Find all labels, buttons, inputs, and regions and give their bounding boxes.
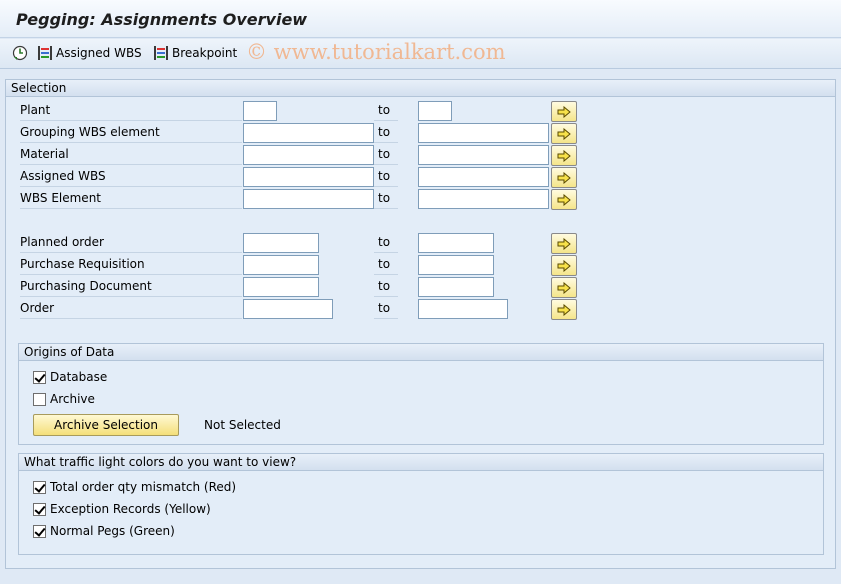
traffic-option-red[interactable]: Total order qty mismatch (Red) (33, 478, 236, 496)
traffic-light-group-title: What traffic light colors do you want to… (19, 454, 823, 471)
from-input[interactable] (243, 167, 374, 187)
multiple-selection-button[interactable] (551, 167, 577, 188)
from-input[interactable] (243, 255, 319, 275)
to-input[interactable] (418, 167, 549, 187)
title-bar: Pegging: Assignments Overview (0, 0, 841, 38)
field-label: Order (20, 299, 242, 319)
multiple-selection-button[interactable] (551, 233, 577, 254)
to-input[interactable] (418, 233, 494, 253)
arrow-right-icon (557, 237, 571, 250)
execute-clock-icon (12, 45, 28, 61)
assigned-wbs-icon (38, 46, 52, 60)
origins-group: Origins of Data Database Archive Archive… (18, 343, 824, 445)
selection-row: Plant to (6, 101, 836, 122)
multiple-selection-button[interactable] (551, 277, 577, 298)
from-input[interactable] (243, 123, 374, 143)
field-label: Purchasing Document (20, 277, 242, 297)
arrow-right-icon (557, 259, 571, 272)
database-label: Database (50, 370, 108, 384)
to-label: to (374, 123, 398, 143)
field-label: Planned order (20, 233, 242, 253)
multiple-selection-button[interactable] (551, 101, 577, 122)
arrow-right-icon (557, 105, 571, 118)
selection-row: Assigned WBS to (6, 167, 836, 188)
multiple-selection-button[interactable] (551, 189, 577, 210)
from-input[interactable] (243, 189, 374, 209)
to-input[interactable] (418, 189, 549, 209)
selection-row: Purchasing Document to (6, 277, 836, 298)
traffic-option-yellow[interactable]: Exception Records (Yellow) (33, 500, 211, 518)
to-label: to (374, 145, 398, 165)
to-label: to (374, 189, 398, 209)
arrow-right-icon (557, 281, 571, 294)
traffic-option-green[interactable]: Normal Pegs (Green) (33, 522, 175, 540)
selection-row: Material to (6, 145, 836, 166)
archive-label: Archive (50, 392, 95, 406)
selection-row: Order to (6, 299, 836, 320)
to-label: to (374, 167, 398, 187)
archive-status-text: Not Selected (204, 418, 281, 432)
arrow-right-icon (557, 171, 571, 184)
multiple-selection-button[interactable] (551, 299, 577, 320)
field-label: WBS Element (20, 189, 242, 209)
multiple-selection-button[interactable] (551, 145, 577, 166)
from-input[interactable] (243, 233, 319, 253)
to-label: to (374, 299, 398, 319)
from-input[interactable] (243, 145, 374, 165)
database-checkbox[interactable] (33, 370, 46, 384)
yellow-option-label: Exception Records (Yellow) (50, 502, 211, 516)
to-input[interactable] (418, 255, 494, 275)
to-label: to (374, 101, 398, 121)
multiple-selection-button[interactable] (551, 255, 577, 276)
breakpoint-button[interactable]: Breakpoint (153, 45, 237, 61)
page-title: Pegging: Assignments Overview (16, 10, 308, 29)
assigned-wbs-label: Assigned WBS (56, 46, 142, 60)
selection-row: Purchase Requisition to (6, 255, 836, 276)
to-input[interactable] (418, 101, 452, 121)
archive-option[interactable]: Archive (33, 390, 95, 408)
selection-group: Selection Plant to Grouping WBS element to M… (5, 79, 836, 569)
watermark-text: © www.tutorialkart.com (246, 40, 506, 64)
from-input[interactable] (243, 101, 277, 121)
red-option-label: Total order qty mismatch (Red) (50, 480, 237, 494)
field-label: Assigned WBS (20, 167, 242, 187)
assigned-wbs-button[interactable]: Assigned WBS (37, 45, 142, 61)
selection-group-title: Selection (6, 80, 835, 97)
selection-row: Planned order to (6, 233, 836, 254)
yellow-checkbox[interactable] (33, 502, 46, 516)
breakpoint-icon (154, 46, 168, 60)
to-input[interactable] (418, 299, 508, 319)
arrow-right-icon (557, 149, 571, 162)
green-option-label: Normal Pegs (Green) (50, 524, 175, 538)
to-input[interactable] (418, 123, 549, 143)
archive-selection-button[interactable]: Archive Selection (33, 414, 179, 436)
field-label: Plant (20, 101, 242, 121)
field-label: Material (20, 145, 242, 165)
to-label: to (374, 277, 398, 297)
green-checkbox[interactable] (33, 524, 46, 538)
selection-row: WBS Element to (6, 189, 836, 210)
field-label: Grouping WBS element (20, 123, 242, 143)
from-input[interactable] (243, 277, 319, 297)
to-label: to (374, 233, 398, 253)
traffic-light-group: What traffic light colors do you want to… (18, 453, 824, 555)
arrow-right-icon (557, 193, 571, 206)
red-checkbox[interactable] (33, 480, 46, 494)
multiple-selection-button[interactable] (551, 123, 577, 144)
origins-group-title: Origins of Data (19, 344, 823, 361)
to-label: to (374, 255, 398, 275)
from-input[interactable] (243, 299, 333, 319)
field-label: Purchase Requisition (20, 255, 242, 275)
archive-checkbox[interactable] (33, 392, 46, 406)
selection-row: Grouping WBS element to (6, 123, 836, 144)
to-input[interactable] (418, 145, 549, 165)
arrow-right-icon (557, 303, 571, 316)
execute-button[interactable] (12, 45, 28, 61)
arrow-right-icon (557, 127, 571, 140)
database-option[interactable]: Database (33, 368, 107, 386)
breakpoint-label: Breakpoint (172, 46, 238, 60)
to-input[interactable] (418, 277, 494, 297)
